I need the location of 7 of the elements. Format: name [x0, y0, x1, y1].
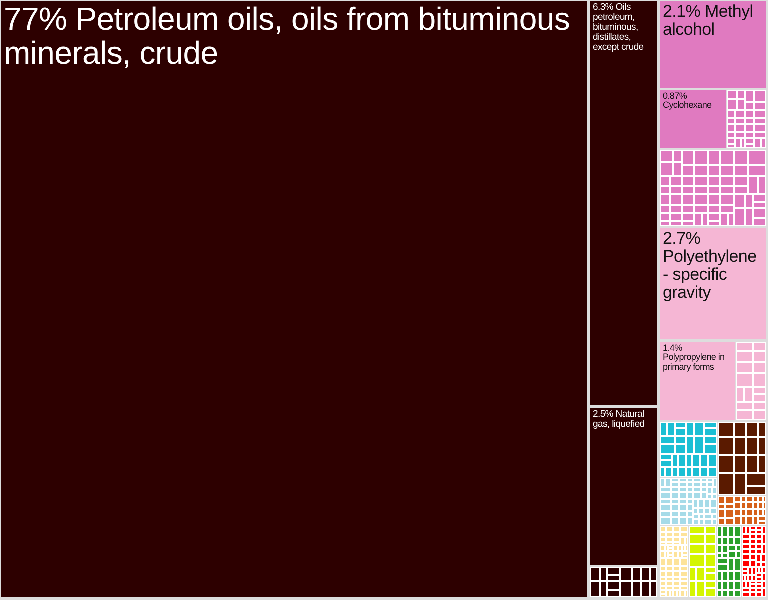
tile-label: 2.1% Methyl alcohol [662, 1, 754, 41]
tile-label: 6.3% Oils petroleum, bituminous, distillates, except crude [592, 1, 645, 55]
tile-label: 0.87% Cyclohexane [662, 90, 713, 112]
tile-label: 77% Petroleum oils, oils from bituminous minerals, crude [3, 1, 572, 72]
tile-label: 2.5% Natural gas, liquefied [592, 408, 646, 432]
tile-label: 2.7% Polyethylene - specific gravity [662, 228, 758, 304]
tile-label: 1.4% Polypropylene in primary forms [662, 342, 726, 374]
